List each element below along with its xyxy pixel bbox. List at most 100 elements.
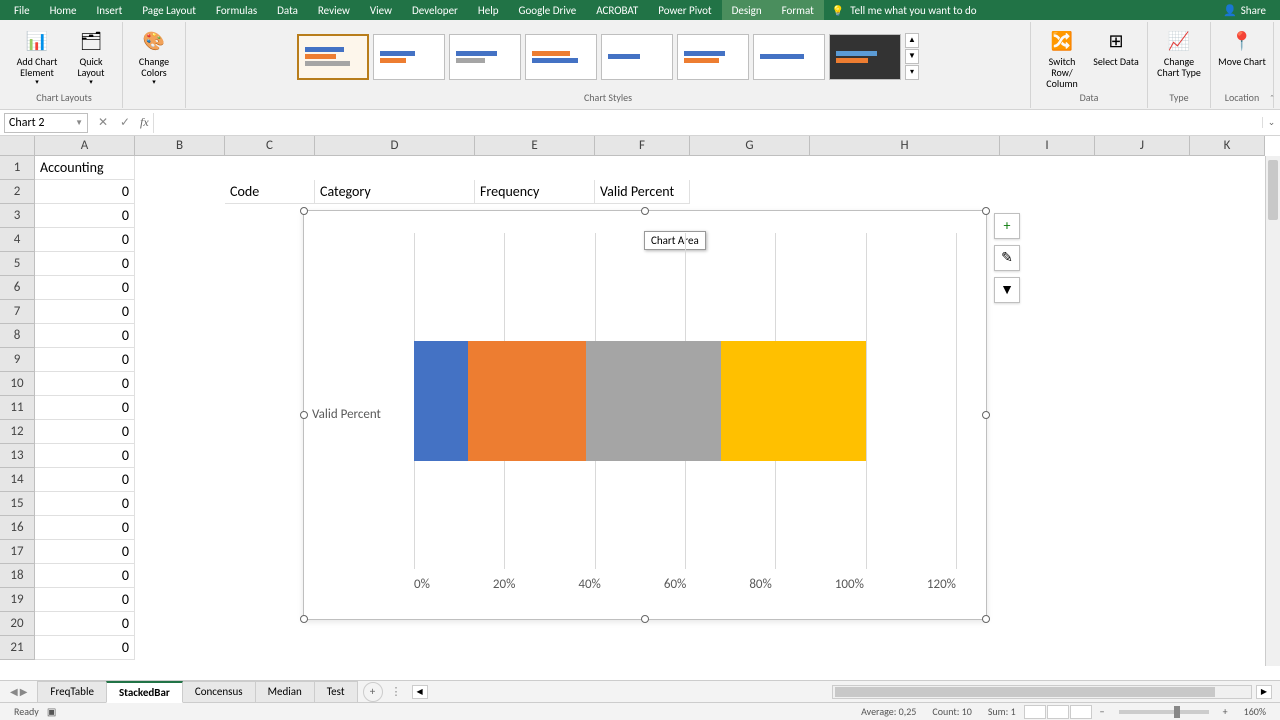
switch-row-column-button[interactable]: 🔀Switch Row/ Column	[1037, 24, 1087, 89]
sheet-nav-buttons[interactable]: ◀▶	[0, 685, 37, 698]
resize-handle[interactable]	[300, 411, 308, 419]
view-mode-buttons[interactable]	[1024, 705, 1092, 719]
chart-segment[interactable]	[586, 341, 721, 462]
chart-elements-button[interactable]: +	[994, 213, 1020, 239]
chart-styles-button[interactable]: ✎	[994, 245, 1020, 271]
tab-design[interactable]: Design	[722, 0, 772, 20]
tab-google-drive[interactable]: Google Drive	[509, 0, 587, 20]
hscroll-right[interactable]: ▶	[1256, 685, 1272, 699]
cell[interactable]: 0	[35, 180, 135, 204]
resize-handle[interactable]	[982, 207, 990, 215]
enter-formula-button[interactable]: ✓	[114, 115, 136, 130]
cell[interactable]: Code	[225, 180, 315, 204]
collapse-ribbon-button[interactable]: ˆ	[1270, 92, 1274, 105]
cell[interactable]: 0	[35, 444, 135, 468]
chart-segment[interactable]	[468, 341, 585, 462]
chart-style-8[interactable]	[829, 34, 901, 80]
tab-power-pivot[interactable]: Power Pivot	[648, 0, 721, 20]
expand-formula-bar[interactable]: ⌄	[1262, 117, 1280, 128]
resize-handle[interactable]	[982, 411, 990, 419]
macro-record-icon[interactable]: ▣	[47, 705, 56, 718]
cell[interactable]: 0	[35, 396, 135, 420]
resize-handle[interactable]	[641, 207, 649, 215]
cell[interactable]: 0	[35, 612, 135, 636]
zoom-slider[interactable]	[1119, 710, 1209, 714]
add-chart-element-button[interactable]: 📊Add Chart Element▾	[12, 24, 62, 89]
cell[interactable]: 0	[35, 252, 135, 276]
tab-formulas[interactable]: Formulas	[206, 0, 267, 20]
cell[interactable]: Frequency	[475, 180, 595, 204]
style-gallery-scroll[interactable]: ▲▼▾	[905, 33, 919, 80]
hscroll-left[interactable]: ◀	[412, 685, 428, 699]
tell-me-search[interactable]: Tell me what you want to do	[824, 4, 985, 17]
resize-handle[interactable]	[300, 615, 308, 623]
share-button[interactable]: 👤Share	[1213, 4, 1276, 17]
zoom-out-button[interactable]: −	[1092, 705, 1113, 718]
chart-style-6[interactable]	[677, 34, 749, 80]
select-all-button[interactable]	[0, 136, 35, 156]
sheet-tab[interactable]: Median	[255, 681, 315, 703]
cell[interactable]: 0	[35, 468, 135, 492]
cell[interactable]: 0	[35, 516, 135, 540]
cell[interactable]: 0	[35, 324, 135, 348]
cell[interactable]: 0	[35, 420, 135, 444]
tab-data[interactable]: Data	[267, 0, 308, 20]
formula-input[interactable]	[153, 113, 1262, 133]
cell[interactable]: 0	[35, 636, 135, 660]
sheet-tab[interactable]: Test	[314, 681, 358, 703]
tab-developer[interactable]: Developer	[402, 0, 468, 20]
resize-handle[interactable]	[641, 615, 649, 623]
tab-view[interactable]: View	[360, 0, 402, 20]
cell[interactable]: 0	[35, 276, 135, 300]
change-colors-button[interactable]: 🎨Change Colors▾	[129, 24, 179, 102]
column-headers[interactable]: ABCDEFGHIJK	[35, 136, 1265, 156]
chart-style-2[interactable]	[373, 34, 445, 80]
chart-segment[interactable]	[414, 341, 468, 462]
fx-icon[interactable]: fx	[136, 115, 153, 130]
resize-handle[interactable]	[300, 207, 308, 215]
sheet-tab[interactable]: Concensus	[182, 681, 256, 703]
sheet-tab[interactable]: FreqTable	[37, 681, 107, 703]
cell[interactable]: 0	[35, 588, 135, 612]
cell[interactable]: Valid Percent	[595, 180, 690, 204]
embedded-chart[interactable]: Chart Area Valid Percent 0%20%40%60%80%1…	[303, 210, 987, 620]
chart-style-5[interactable]	[601, 34, 673, 80]
vertical-scrollbar[interactable]	[1265, 156, 1280, 666]
quick-layout-button[interactable]: 🗂Quick Layout▾	[66, 24, 116, 89]
tab-review[interactable]: Review	[308, 0, 360, 20]
sheet-tab[interactable]: StackedBar	[106, 681, 183, 703]
tab-page-layout[interactable]: Page Layout	[132, 0, 206, 20]
select-data-button[interactable]: ⊞Select Data	[1091, 24, 1141, 89]
row-headers[interactable]: 123456789101112131415161718192021	[0, 156, 35, 660]
cell[interactable]: 0	[35, 228, 135, 252]
zoom-in-button[interactable]: +	[1215, 705, 1236, 718]
cell[interactable]: 0	[35, 540, 135, 564]
tab-help[interactable]: Help	[468, 0, 509, 20]
tab-insert[interactable]: Insert	[87, 0, 133, 20]
change-chart-type-button[interactable]: 📈Change Chart Type	[1154, 24, 1204, 89]
tab-format[interactable]: Format	[772, 0, 824, 20]
name-box[interactable]: Chart 2▼	[4, 113, 88, 133]
cell[interactable]: Category	[315, 180, 475, 204]
chart-segment[interactable]	[721, 341, 866, 462]
cell[interactable]: 0	[35, 348, 135, 372]
cell[interactable]: 0	[35, 564, 135, 588]
chart-plot-area[interactable]	[414, 233, 956, 569]
move-chart-button[interactable]: 📍Move Chart	[1217, 24, 1267, 89]
chart-filters-button[interactable]: ▼	[994, 277, 1020, 303]
tab-home[interactable]: Home	[40, 0, 87, 20]
cancel-formula-button[interactable]: ✕	[92, 115, 114, 130]
zoom-level[interactable]: 160%	[1236, 705, 1274, 718]
add-sheet-button[interactable]: +	[363, 682, 383, 702]
tab-acrobat[interactable]: ACROBAT	[586, 0, 648, 20]
cell[interactable]: 0	[35, 492, 135, 516]
tab-file[interactable]: File	[4, 0, 40, 20]
cell[interactable]: 0	[35, 204, 135, 228]
cell[interactable]: Accounting	[35, 156, 135, 180]
chart-style-4[interactable]	[525, 34, 597, 80]
cell[interactable]: 0	[35, 300, 135, 324]
cell[interactable]: 0	[35, 372, 135, 396]
chart-style-3[interactable]	[449, 34, 521, 80]
horizontal-scrollbar[interactable]	[832, 685, 1252, 699]
chart-style-1[interactable]	[297, 34, 369, 80]
